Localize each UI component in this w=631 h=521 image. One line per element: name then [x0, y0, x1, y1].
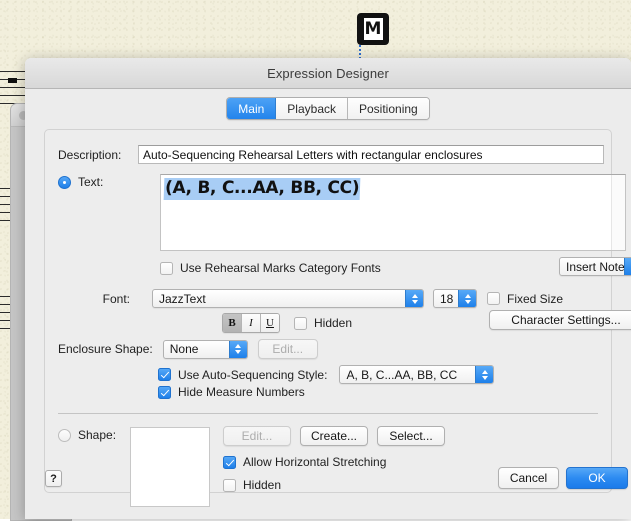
chevron-updown-icon[interactable] [624, 258, 631, 275]
font-hidden-row[interactable]: Hidden [294, 316, 352, 330]
fixed-size-checkbox[interactable] [487, 292, 500, 305]
auto-sequencing-checkbox[interactable] [158, 368, 171, 381]
enclosure-edit-button: Edit... [258, 339, 318, 359]
chevron-updown-icon[interactable] [475, 366, 493, 383]
rehearsal-mark-letter: M [364, 18, 383, 40]
auto-sequencing-row: Use Auto-Sequencing Style: A, B, C...AA,… [158, 365, 494, 384]
section-divider [58, 413, 598, 414]
chevron-updown-icon[interactable] [229, 341, 247, 358]
description-row: Description: [58, 145, 604, 164]
auto-sequencing-label: Use Auto-Sequencing Style: [178, 368, 327, 382]
hide-measure-numbers-checkbox[interactable] [158, 386, 171, 399]
enclosure-shape-value: None [170, 342, 199, 356]
fixed-size-label: Fixed Size [507, 292, 563, 306]
main-settings-panel: Description: Text: (A, B, C...AA, BB, CC… [44, 129, 612, 493]
insert-note-popup[interactable]: Insert Note [559, 257, 631, 276]
shape-create-button[interactable]: Create... [300, 426, 368, 446]
help-button[interactable]: ? [45, 470, 62, 487]
text-option-row[interactable]: Text: [58, 176, 103, 189]
shape-radio-button[interactable] [58, 429, 71, 442]
fixed-size-row[interactable]: Fixed Size [487, 292, 563, 306]
shape-edit-button: Edit... [223, 426, 291, 446]
font-hidden-label: Hidden [314, 316, 352, 330]
font-dropdown[interactable]: JazzText [152, 289, 424, 308]
italic-button[interactable]: I [242, 314, 261, 332]
expression-text-value: (A, B, C...AA, BB, CC) [164, 178, 361, 200]
underline-button[interactable]: U [261, 314, 279, 332]
font-value: JazzText [159, 292, 206, 306]
hide-measure-numbers-row[interactable]: Hide Measure Numbers [158, 385, 305, 399]
tab-playback[interactable]: Playback [276, 98, 348, 119]
tab-main[interactable]: Main [227, 98, 276, 119]
description-input[interactable] [138, 145, 604, 164]
shape-option-label: Shape: [78, 428, 116, 442]
bold-button[interactable]: B [223, 314, 242, 332]
dialog-title: Expression Designer [267, 66, 389, 81]
insert-note-value: Insert Note [566, 260, 625, 274]
tab-bar: Main Playback Positioning [25, 97, 631, 120]
tab-positioning[interactable]: Positioning [348, 98, 429, 119]
ok-button[interactable]: OK [566, 467, 628, 489]
hide-measure-numbers-label: Hide Measure Numbers [178, 385, 305, 399]
cancel-button[interactable]: Cancel [498, 467, 559, 489]
shape-option-row[interactable]: Shape: [58, 429, 116, 442]
shape-select-button[interactable]: Select... [377, 426, 445, 446]
use-rehearsal-marks-category-fonts-row[interactable]: Use Rehearsal Marks Category Fonts [160, 261, 381, 275]
tab-group: Main Playback Positioning [226, 97, 429, 120]
rehearsal-mark-m[interactable]: M [357, 13, 389, 45]
auto-sequencing-style-value: A, B, C...AA, BB, CC [346, 368, 457, 382]
description-label: Description: [58, 148, 138, 162]
font-size-value: 18 [440, 292, 453, 306]
text-area-scrollbar[interactable] [611, 175, 625, 250]
dialog-titlebar: Expression Designer [25, 58, 631, 89]
character-settings-button[interactable]: Character Settings... [489, 310, 631, 330]
font-size-dropdown[interactable]: 18 [433, 289, 477, 308]
font-style-button-group: B I U [222, 313, 280, 333]
dialog-footer: ? Cancel OK [25, 460, 631, 519]
enclosure-shape-row: Enclosure Shape: None Edit... [58, 339, 318, 359]
staff-note [8, 78, 17, 83]
enclosure-shape-label: Enclosure Shape: [58, 342, 153, 356]
text-option-label: Text: [78, 175, 103, 189]
use-rehearsal-marks-category-fonts-checkbox[interactable] [160, 262, 173, 275]
expression-designer-dialog: Expression Designer Main Playback Positi… [25, 58, 631, 519]
shape-button-group: Edit... Create... Select... [223, 426, 445, 446]
text-radio-button[interactable] [58, 176, 71, 189]
auto-sequencing-style-dropdown[interactable]: A, B, C...AA, BB, CC [339, 365, 494, 384]
music-staff [0, 71, 28, 104]
font-hidden-checkbox[interactable] [294, 317, 307, 330]
chevron-updown-icon[interactable] [458, 290, 476, 307]
font-style-row: B I U Hidden [222, 313, 352, 333]
expression-text-area[interactable]: (A, B, C...AA, BB, CC) [160, 174, 626, 251]
chevron-updown-icon[interactable] [405, 290, 423, 307]
enclosure-shape-dropdown[interactable]: None [163, 340, 248, 359]
font-row: Font: JazzText 18 Fixed Size [58, 289, 563, 308]
font-label: Font: [58, 292, 138, 306]
dialog-body: Main Playback Positioning Description: T… [25, 89, 631, 519]
use-rehearsal-marks-category-fonts-label: Use Rehearsal Marks Category Fonts [180, 261, 381, 275]
insert-note-dropdown[interactable]: Insert Note [559, 257, 631, 276]
